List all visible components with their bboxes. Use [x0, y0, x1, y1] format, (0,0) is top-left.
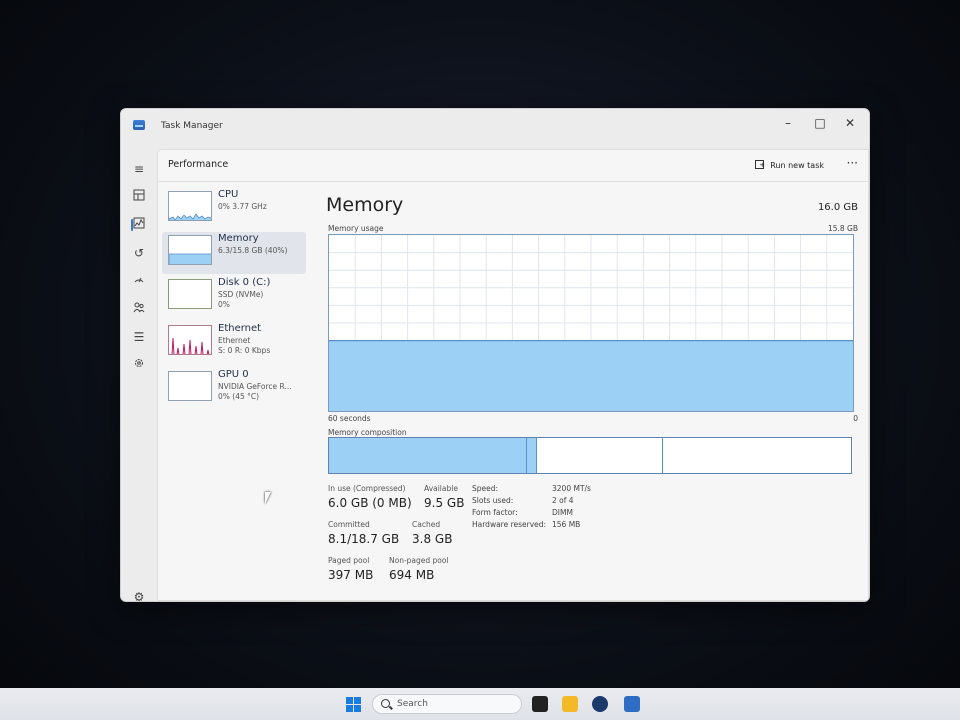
search-placeholder: Search [397, 699, 428, 709]
slots-used-value: 2 of 4 [552, 496, 574, 505]
committed-label: Committed [328, 520, 370, 529]
settings-gear-icon[interactable]: ⚙ [129, 587, 149, 601]
memory-usage-label: Memory usage [328, 224, 384, 233]
services-icon[interactable] [129, 355, 149, 375]
graph-time-span: 60 seconds [328, 414, 371, 423]
composition-in-use-segment [329, 438, 528, 473]
memory-detail: 6.3/15.8 GB (40%) [218, 246, 288, 255]
page-header: Performance Run new task ··· [158, 150, 868, 182]
sidebar-item-disk[interactable]: Disk 0 (C:) SSD (NVMe) 0% [162, 276, 306, 318]
title-bar: Task Manager – □ ✕ [121, 109, 869, 143]
memory-label: Memory [218, 233, 259, 244]
resource-list: CPU 0% 3.77 GHz Memory 6.3/15.8 GB (40%)… [158, 184, 308, 600]
performance-pane: Performance Run new task ··· CPU 0% 3.77… [157, 149, 869, 601]
app-history-icon[interactable]: ↺ [129, 243, 149, 263]
disk-label: Disk 0 (C:) [218, 277, 271, 288]
window-title: Task Manager [161, 121, 223, 131]
cpu-label: CPU [218, 189, 239, 200]
performance-icon[interactable] [129, 215, 149, 235]
memory-usage-chart [329, 235, 853, 411]
task-view-icon[interactable] [532, 696, 548, 712]
windows-start-icon[interactable] [346, 697, 362, 713]
maximize-button[interactable]: □ [805, 113, 835, 133]
memory-usage-area [329, 340, 853, 411]
run-new-task-label: Run new task [770, 161, 824, 170]
task-manager-app-icon [133, 120, 145, 130]
composition-free-segment [663, 438, 851, 473]
hamburger-menu-icon[interactable]: ≡ [129, 159, 149, 179]
file-explorer-icon[interactable] [562, 696, 578, 712]
committed-value: 8.1/18.7 GB [328, 532, 400, 546]
run-new-task-button[interactable]: Run new task [755, 160, 824, 170]
close-button[interactable]: ✕ [835, 113, 865, 133]
search-icon [381, 699, 390, 708]
taskbar: Search [0, 688, 960, 720]
available-label: Available [424, 484, 458, 493]
taskbar-search-box[interactable]: Search [372, 694, 522, 714]
hardware-reserved-value: 156 MB [552, 520, 581, 529]
hardware-reserved-label: Hardware reserved: [472, 520, 547, 529]
active-indicator [131, 219, 133, 231]
ethernet-throughput: S: 0 R: 0 Kbps [218, 346, 271, 355]
cpu-detail: 0% 3.77 GHz [218, 202, 267, 211]
sidebar-item-ethernet[interactable]: Ethernet Ethernet S: 0 R: 0 Kbps [162, 322, 306, 364]
users-icon[interactable] [129, 299, 149, 319]
speed-label: Speed: [472, 484, 499, 493]
nav-rail: ≡ ↺ ☰ ⚙ [121, 143, 157, 601]
gpu-thumbnail-graph [168, 371, 212, 401]
slots-used-label: Slots used: [472, 496, 514, 505]
cached-label: Cached [412, 520, 441, 529]
startup-apps-icon[interactable] [129, 271, 149, 291]
paged-pool-label: Paged pool [328, 556, 370, 565]
ethernet-label: Ethernet [218, 323, 262, 334]
ethernet-adapter: Ethernet [218, 336, 251, 345]
memory-composition-label: Memory composition [328, 428, 407, 437]
available-value: 9.5 GB [424, 496, 465, 510]
cached-value: 3.8 GB [412, 532, 453, 546]
task-manager-window: Task Manager – □ ✕ ≡ ↺ ☰ ⚙ Performance R [120, 108, 870, 602]
cpu-thumbnail-graph [168, 191, 212, 221]
gpu-usage: 0% (45 °C) [218, 392, 260, 401]
in-use-value: 6.0 GB (0 MB) [328, 496, 412, 510]
disk-type: SSD (NVMe) [218, 290, 264, 299]
mouse-cursor-icon [265, 492, 271, 504]
minimize-button[interactable]: – [773, 113, 803, 133]
graph-time-end: 0 [853, 414, 858, 423]
memory-composition-bar [328, 437, 852, 474]
run-task-icon [755, 160, 765, 169]
page-title: Performance [168, 159, 229, 170]
processes-icon[interactable] [129, 187, 149, 207]
sidebar-item-cpu[interactable]: CPU 0% 3.77 GHz [162, 188, 306, 230]
memory-detail-panel: Memory 16.0 GB Memory usage 15.8 GB 60 s… [326, 184, 858, 600]
disk-thumbnail-graph [168, 279, 212, 309]
memory-total: 16.0 GB [817, 202, 858, 213]
speed-value: 3200 MT/s [552, 484, 591, 493]
non-paged-pool-label: Non-paged pool [389, 556, 449, 565]
in-use-label: In use (Compressed) [328, 484, 406, 493]
paged-pool-value: 397 MB [328, 568, 374, 582]
memory-heading: Memory [326, 194, 404, 216]
sidebar-item-memory[interactable]: Memory 6.3/15.8 GB (40%) [162, 232, 306, 274]
non-paged-pool-value: 694 MB [389, 568, 435, 582]
memory-usage-graph [328, 234, 854, 412]
form-factor-label: Form factor: [472, 508, 518, 517]
gpu-model: NVIDIA GeForce R... [218, 382, 292, 391]
memory-usage-max: 15.8 GB [827, 224, 858, 233]
form-factor-value: DIMM [552, 508, 573, 517]
composition-standby-segment [537, 438, 663, 473]
gpu-label: GPU 0 [218, 369, 249, 380]
composition-modified-segment [527, 438, 538, 473]
task-manager-taskbar-icon[interactable] [624, 696, 640, 712]
details-icon[interactable]: ☰ [129, 327, 149, 347]
steam-icon[interactable] [592, 696, 608, 712]
memory-thumbnail-graph [168, 235, 212, 265]
sidebar-item-gpu[interactable]: GPU 0 NVIDIA GeForce R... 0% (45 °C) [162, 368, 306, 410]
ethernet-thumbnail-graph [168, 325, 212, 355]
disk-usage: 0% [218, 300, 230, 309]
more-options-button[interactable]: ··· [847, 156, 858, 170]
